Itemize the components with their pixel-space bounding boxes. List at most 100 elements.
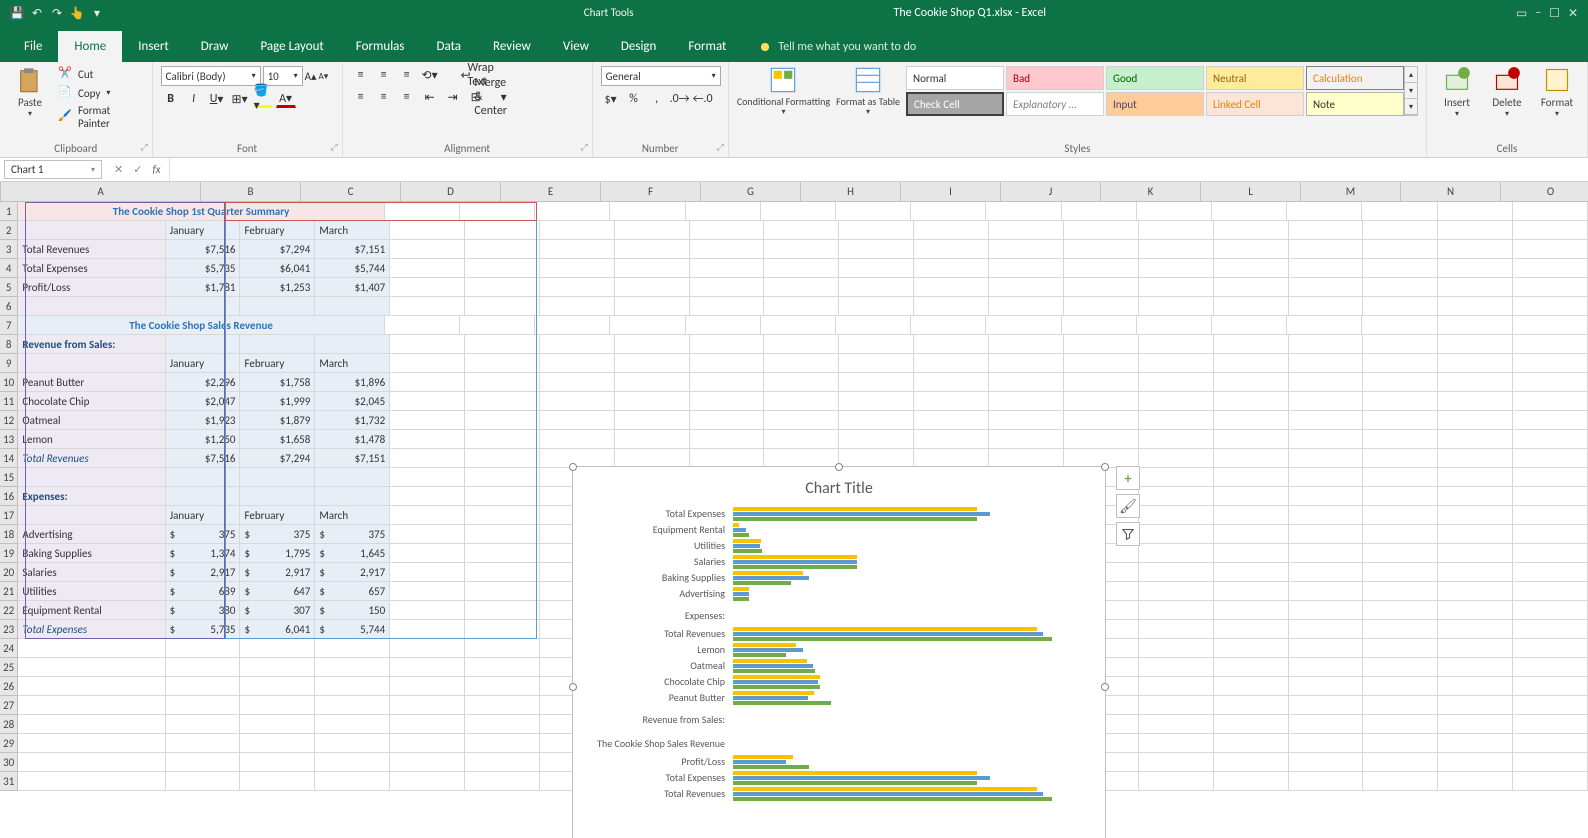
column-header-O[interactable]: O — [1501, 182, 1588, 201]
cell[interactable] — [1363, 449, 1438, 468]
cell[interactable] — [1363, 525, 1438, 544]
column-header-A[interactable]: A — [1, 182, 201, 201]
cell[interactable] — [1214, 392, 1289, 411]
cell[interactable] — [1438, 563, 1513, 582]
cell[interactable] — [1139, 297, 1214, 316]
cell[interactable] — [839, 335, 914, 354]
cell[interactable] — [390, 506, 465, 525]
cell[interactable] — [839, 430, 914, 449]
cell[interactable] — [390, 468, 465, 487]
row-header-6[interactable]: 6 — [0, 297, 18, 316]
cell[interactable] — [1214, 411, 1289, 430]
cell[interactable] — [911, 316, 986, 335]
cell[interactable]: Revenue from Sales: — [18, 335, 165, 354]
cell[interactable] — [1438, 316, 1513, 335]
cell[interactable] — [839, 411, 914, 430]
cell[interactable] — [390, 297, 465, 316]
chart-bar[interactable] — [733, 512, 990, 516]
cell[interactable] — [390, 335, 465, 354]
row-header-7[interactable]: 7 — [0, 316, 18, 335]
chart-bar[interactable] — [733, 680, 818, 684]
cell[interactable]: $375 — [166, 525, 241, 544]
chart-bar[interactable] — [733, 632, 1043, 636]
cell[interactable] — [1438, 430, 1513, 449]
cell[interactable] — [989, 354, 1064, 373]
cell[interactable] — [1214, 449, 1289, 468]
tab-draw[interactable]: Draw — [185, 31, 245, 62]
decrease-decimal-button[interactable]: ←.0 — [693, 90, 713, 108]
cell[interactable] — [914, 297, 989, 316]
cell[interactable] — [686, 316, 761, 335]
row-header-5[interactable]: 5 — [0, 278, 18, 297]
cell[interactable] — [1289, 525, 1364, 544]
row-header-30[interactable]: 30 — [0, 753, 18, 772]
cell[interactable] — [1064, 221, 1139, 240]
cell[interactable] — [390, 373, 465, 392]
cell[interactable] — [465, 335, 540, 354]
cell[interactable] — [1513, 373, 1588, 392]
cell[interactable] — [1438, 658, 1513, 677]
cell[interactable] — [1513, 335, 1588, 354]
border-button[interactable]: ⊞▾ — [230, 90, 250, 108]
row-header-12[interactable]: 12 — [0, 411, 18, 430]
cell[interactable] — [1438, 468, 1513, 487]
cell[interactable] — [1363, 715, 1438, 734]
cell[interactable] — [615, 259, 690, 278]
cell[interactable] — [1438, 354, 1513, 373]
style-tile-note[interactable]: Note — [1306, 92, 1404, 116]
cell[interactable]: $1,732 — [315, 411, 390, 430]
cell[interactable] — [690, 430, 765, 449]
cell[interactable] — [690, 221, 765, 240]
cell[interactable] — [1214, 373, 1289, 392]
cell[interactable] — [690, 392, 765, 411]
cell[interactable] — [1363, 677, 1438, 696]
chart-bar[interactable] — [733, 685, 820, 689]
cell[interactable] — [1139, 677, 1214, 696]
cell[interactable] — [1513, 525, 1588, 544]
cell[interactable] — [1139, 753, 1214, 772]
cell[interactable] — [18, 639, 165, 658]
cell[interactable] — [385, 316, 460, 335]
row-header-8[interactable]: 8 — [0, 335, 18, 354]
row-header-16[interactable]: 16 — [0, 487, 18, 506]
cell[interactable] — [390, 563, 465, 582]
cell[interactable] — [761, 202, 836, 221]
dialog-launcher-icon[interactable]: ⤢ — [717, 142, 724, 153]
cell[interactable] — [1214, 297, 1289, 316]
cell[interactable] — [1214, 734, 1289, 753]
tab-formulas[interactable]: Formulas — [340, 31, 421, 62]
fx-icon[interactable]: fx — [152, 163, 160, 176]
chart-bar[interactable] — [733, 755, 793, 759]
cell[interactable] — [989, 278, 1064, 297]
cell[interactable] — [1289, 639, 1364, 658]
undo-icon[interactable]: ↶ — [30, 6, 44, 20]
cell[interactable] — [1438, 525, 1513, 544]
cell[interactable] — [390, 677, 465, 696]
cell[interactable]: $1,407 — [315, 278, 390, 297]
cell[interactable] — [764, 430, 839, 449]
cell[interactable] — [764, 373, 839, 392]
cell[interactable] — [1438, 582, 1513, 601]
cell[interactable]: $1,658 — [240, 430, 315, 449]
cell[interactable] — [465, 639, 540, 658]
cell[interactable] — [1139, 221, 1214, 240]
maximize-icon[interactable]: ☐ — [1549, 6, 1560, 21]
cell[interactable] — [315, 753, 390, 772]
cell[interactable]: $7,516 — [166, 449, 241, 468]
chart-plot-area[interactable]: Total ExpensesEquipment RentalUtilitiesS… — [573, 506, 1105, 836]
cell[interactable] — [1289, 373, 1364, 392]
italic-button[interactable]: I — [184, 90, 204, 108]
chart-bar[interactable] — [733, 533, 749, 537]
cell[interactable] — [240, 715, 315, 734]
cell[interactable] — [1289, 715, 1364, 734]
cell[interactable] — [615, 221, 690, 240]
cell[interactable] — [385, 202, 460, 221]
cell[interactable] — [1362, 316, 1437, 335]
row-header-20[interactable]: 20 — [0, 563, 18, 582]
cell[interactable] — [465, 563, 540, 582]
cell[interactable] — [1139, 449, 1214, 468]
cell[interactable] — [989, 373, 1064, 392]
row-header-31[interactable]: 31 — [0, 772, 18, 791]
cell[interactable] — [1139, 373, 1214, 392]
cell[interactable] — [540, 297, 615, 316]
